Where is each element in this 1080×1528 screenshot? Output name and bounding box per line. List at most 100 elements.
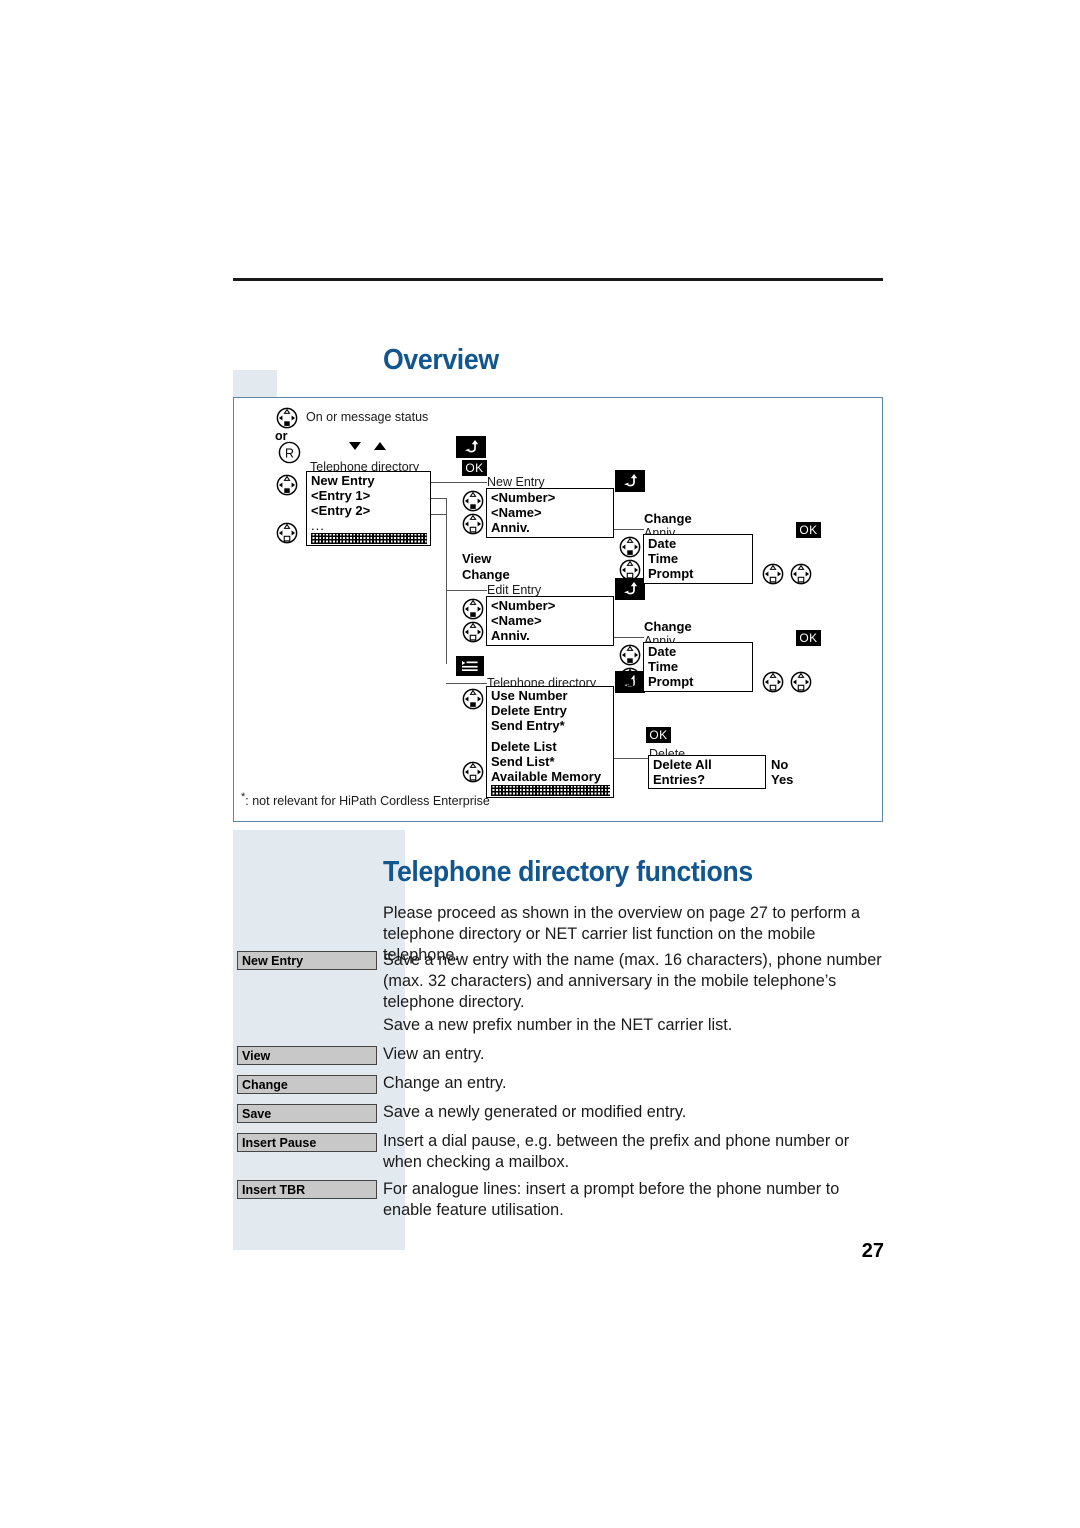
description-view: View an entry. xyxy=(383,1045,485,1063)
connector xyxy=(431,498,447,500)
footnote-text: : not relevant for HiPath Cordless Enter… xyxy=(245,794,490,809)
list-item: Available Memory xyxy=(491,769,602,785)
view-label: View xyxy=(462,551,492,566)
list-scrollbar-hatch xyxy=(311,532,427,544)
description-insert-tbr: For analogue lines: insert a prompt befo… xyxy=(383,1180,840,1219)
page-title: Overview xyxy=(383,344,499,376)
directory-list-box: New Entry <Entry 1> <Entry 2> ... xyxy=(306,471,431,546)
connector xyxy=(614,758,649,760)
title-left-strip xyxy=(233,370,277,400)
ok-key-icon: OK xyxy=(796,630,821,646)
list-item: <Number> xyxy=(491,490,556,505)
list-item: Delete Entry xyxy=(491,703,567,719)
list-item: <Entry 1> xyxy=(311,488,371,504)
description-insert-pause: Insert a dial pause, e.g. between the pr… xyxy=(383,1132,850,1171)
list-item: <Number> xyxy=(491,598,556,613)
navigation-key-icon xyxy=(276,522,298,544)
navigation-key-icon xyxy=(619,536,641,558)
change-label: Change xyxy=(462,567,510,582)
description-prefix: Save a new prefix number in the NET carr… xyxy=(383,1016,733,1034)
navigation-key-icon xyxy=(762,671,784,693)
edit-entry-header: Edit Entry xyxy=(487,583,542,597)
function-key-insert-tbr[interactable]: Insert TBR xyxy=(237,1180,377,1199)
delete-confirm-box: Delete All Entries? xyxy=(648,755,766,790)
function-key-insert-pause[interactable]: Insert Pause xyxy=(237,1133,377,1152)
connector xyxy=(614,637,644,639)
navigation-key-icon xyxy=(790,563,812,585)
ok-key-icon: OK xyxy=(462,460,487,476)
page-number: 27 xyxy=(861,1240,884,1262)
list-item: Prompt xyxy=(648,674,694,690)
navigation-key-icon xyxy=(790,671,812,693)
navigation-key-icon xyxy=(462,688,484,710)
navigation-key-icon xyxy=(619,667,641,689)
list-item: ... xyxy=(311,517,325,533)
list-item: Use Number xyxy=(491,688,568,703)
list-item: Anniv. xyxy=(491,628,530,644)
navigation-key-icon xyxy=(619,644,641,666)
navigation-key-icon xyxy=(276,407,298,429)
function-key-change[interactable]: Change xyxy=(237,1075,377,1094)
back-key-icon xyxy=(456,436,486,458)
list-item: Time xyxy=(648,551,679,567)
on-status-label: On or message status xyxy=(306,410,429,424)
manual-page: Overview On or message status or R OK Te… xyxy=(0,0,1080,1528)
function-key-view[interactable]: View xyxy=(237,1046,377,1065)
new-entry-header: New Entry xyxy=(487,475,545,489)
delete-option-no: No xyxy=(771,757,789,772)
list-scrollbar-hatch xyxy=(491,785,610,797)
navigation-key-icon xyxy=(276,474,298,496)
list-item: Delete All xyxy=(653,757,712,772)
function-key-save[interactable]: Save xyxy=(237,1104,377,1123)
navigation-key-icon xyxy=(462,621,484,643)
delete-option-yes: Yes xyxy=(771,772,794,787)
edit-entry-box: <Number> <Name> Anniv. xyxy=(486,596,614,646)
description-save: Save a newly generated or modified entry… xyxy=(383,1103,687,1121)
r-key-icon: R xyxy=(278,441,301,464)
navigation-key-icon xyxy=(462,598,484,620)
section-title: Telephone directory functions xyxy=(383,856,753,888)
directory-menu-box: Use Number Delete Entry Send Entry* Dele… xyxy=(486,686,614,799)
list-item: Date xyxy=(648,536,677,551)
list-item: Entries? xyxy=(653,772,706,788)
ok-key-icon: OK xyxy=(796,522,821,538)
list-item: <Entry 2> xyxy=(311,503,371,519)
menu-key-icon xyxy=(456,656,484,676)
navigation-key-icon xyxy=(462,490,484,512)
scroll-down-triangle-icon xyxy=(349,442,361,450)
navigation-key-icon xyxy=(762,563,784,585)
change-label: Change xyxy=(644,511,692,526)
list-item: New Entry xyxy=(311,473,375,488)
list-item: Date xyxy=(648,644,677,659)
description-change: Change an entry. xyxy=(383,1074,507,1092)
list-item: <Name> xyxy=(491,505,542,521)
header-rule xyxy=(233,278,883,281)
connector xyxy=(431,514,447,516)
list-item: Prompt xyxy=(648,566,694,582)
list-item: Send List* xyxy=(491,753,555,769)
function-key-new-entry[interactable]: New Entry xyxy=(237,951,377,970)
back-key-icon xyxy=(615,470,645,492)
ok-key-icon: OK xyxy=(646,727,671,743)
diagram-footnote: *: not relevant for HiPath Cordless Ente… xyxy=(241,791,490,808)
new-entry-box: <Number> <Name> Anniv. xyxy=(486,488,614,538)
navigation-key-icon xyxy=(619,559,641,581)
navigation-key-icon xyxy=(462,761,484,783)
svg-text:R: R xyxy=(285,446,294,460)
list-item: Send Entry* xyxy=(491,718,565,734)
list-item: Delete List xyxy=(491,738,557,754)
anniv-box: Date Time Prompt xyxy=(643,534,753,584)
description-new-entry: Save a new entry with the name (max. 16 … xyxy=(383,951,882,1011)
back-key-icon xyxy=(615,578,645,600)
connector xyxy=(614,529,644,531)
scroll-up-triangle-icon xyxy=(374,442,386,450)
change-label: Change xyxy=(644,619,692,634)
connector xyxy=(431,482,487,484)
list-item: Time xyxy=(648,659,679,675)
anniv-box: Date Time Prompt xyxy=(643,642,753,692)
connector xyxy=(446,683,487,685)
connector xyxy=(446,590,487,592)
list-item: <Name> xyxy=(491,613,542,629)
connector xyxy=(446,498,448,664)
overview-diagram: On or message status or R OK Telephone d… xyxy=(233,397,883,822)
